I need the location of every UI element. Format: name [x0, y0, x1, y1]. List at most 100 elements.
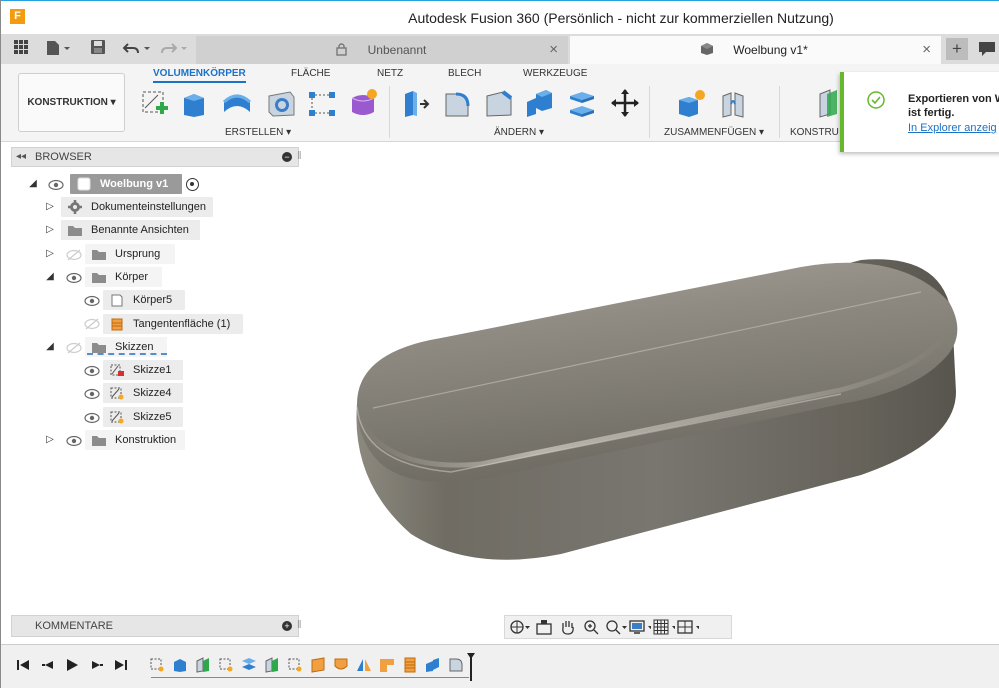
browser-item-skizze1[interactable]: Skizze1 [103, 360, 183, 380]
timeline-plane-icon[interactable] [195, 657, 211, 673]
save-icon[interactable] [91, 40, 105, 57]
shell-icon[interactable] [523, 88, 555, 118]
eye-hidden-icon[interactable] [66, 249, 82, 261]
redo-icon[interactable] [161, 40, 189, 59]
browser-item-ursprung[interactable]: Ursprung [85, 244, 175, 264]
collapse-arrow-icon[interactable]: ◢ [44, 271, 56, 282]
group-aendern[interactable]: ÄNDERN ▾ [494, 127, 544, 138]
timeline-thicken-icon[interactable] [402, 657, 418, 673]
move-icon[interactable] [609, 88, 641, 118]
step-forward-icon[interactable] [90, 658, 104, 675]
browser-item-skizze4[interactable]: Skizze4 [103, 383, 183, 403]
create-sketch-icon[interactable] [139, 88, 171, 118]
new-tab-button[interactable]: + [946, 38, 968, 60]
fillet-icon[interactable] [441, 88, 473, 118]
zoom-icon[interactable] [581, 618, 603, 636]
browser-panel-header[interactable]: ◂◂ BROWSER − [11, 147, 299, 167]
chat-icon[interactable] [979, 42, 997, 59]
undo-icon[interactable] [122, 40, 151, 59]
browser-item-skizze5[interactable]: Skizze5 [103, 407, 183, 427]
viewports-icon[interactable] [677, 618, 699, 636]
browser-item-tangentenflaeche[interactable]: Tangentenfläche (1) [103, 314, 243, 334]
workspace-switcher-button[interactable]: KONSTRUKTION ▾ [18, 73, 125, 132]
step-back-icon[interactable] [41, 658, 55, 675]
skip-to-end-icon[interactable] [114, 658, 128, 675]
timeline-patch-icon[interactable] [333, 657, 349, 673]
timeline-mirror-icon[interactable] [356, 657, 372, 673]
group-erstellen[interactable]: ERSTELLEN ▾ [225, 127, 291, 138]
revolve-icon[interactable] [221, 88, 253, 118]
eye-icon[interactable] [66, 272, 82, 284]
show-in-explorer-link[interactable]: In Explorer anzeig [908, 122, 997, 134]
new-component-icon[interactable] [675, 88, 707, 118]
timeline-combine-icon[interactable] [425, 657, 441, 673]
eye-icon[interactable] [84, 412, 100, 424]
tab-blech[interactable]: BLECH [448, 68, 481, 79]
pan-hand-icon[interactable] [557, 618, 579, 636]
browser-item-konstruktion[interactable]: Konstruktion [85, 430, 185, 450]
tab-flaeche[interactable]: FLÄCHE [291, 68, 330, 79]
collapse-arrow-icon[interactable]: ◢ [27, 178, 39, 189]
create-form-icon[interactable] [347, 88, 379, 118]
expand-arrow-icon[interactable]: ▷ [44, 248, 56, 259]
timeline-extrude-icon[interactable] [172, 657, 188, 673]
grid-settings-icon[interactable] [653, 618, 675, 636]
comments-panel-header[interactable]: KOMMENTARE + [11, 615, 299, 637]
group-zusammenfuegen[interactable]: ZUSAMMENFÜGEN ▾ [664, 127, 764, 138]
browser-item-koerper[interactable]: Körper [85, 267, 162, 287]
expand-arrow-icon[interactable]: ▷ [44, 224, 56, 235]
collapse-panel-icon[interactable]: ◂◂ [16, 151, 26, 162]
tab-werkzeuge[interactable]: WERKZEUGE [523, 68, 587, 79]
browser-item-benannte-ansichten[interactable]: Benannte Ansichten [61, 220, 200, 240]
eye-icon[interactable] [48, 179, 64, 191]
tab-netz[interactable]: NETZ [377, 68, 403, 79]
eye-icon[interactable] [66, 435, 82, 447]
file-menu-icon[interactable] [46, 40, 72, 59]
panel-grip-icon[interactable]: ‖ [297, 619, 302, 631]
timeline-sketch-icon[interactable] [149, 657, 165, 673]
joint-icon[interactable] [717, 88, 749, 118]
close-icon[interactable]: × [922, 41, 931, 58]
model-body-render[interactable] [301, 142, 999, 642]
extrude-icon[interactable] [179, 88, 211, 118]
timeline-sketch-icon[interactable] [287, 657, 303, 673]
add-comment-icon[interactable]: + [282, 621, 292, 631]
close-icon[interactable]: × [549, 41, 558, 58]
timeline-plane-icon[interactable] [264, 657, 280, 673]
minimize-panel-icon[interactable]: − [282, 152, 292, 162]
tab-volumenkoerper[interactable]: VOLUMENKÖRPER [153, 68, 246, 83]
hole-icon[interactable] [265, 88, 297, 118]
tab-woelbung[interactable]: Woelbung v1* × [570, 36, 941, 64]
activate-component-icon[interactable] [186, 178, 199, 191]
expand-arrow-icon[interactable]: ▷ [44, 434, 56, 445]
look-at-icon[interactable] [533, 618, 555, 636]
eye-icon[interactable] [84, 388, 100, 400]
data-panel-grid-icon[interactable] [14, 40, 28, 57]
eye-icon[interactable] [84, 365, 100, 377]
play-icon[interactable] [65, 658, 79, 675]
timeline-fillet-icon[interactable] [448, 657, 464, 673]
orbit-icon[interactable] [509, 618, 531, 636]
expand-arrow-icon[interactable]: ▷ [44, 201, 56, 212]
press-pull-icon[interactable] [400, 88, 432, 118]
eye-hidden-icon[interactable] [66, 342, 82, 354]
collapse-arrow-icon[interactable]: ◢ [44, 341, 56, 352]
eye-icon[interactable] [84, 295, 100, 307]
zoom-window-icon[interactable] [605, 618, 627, 636]
eye-hidden-icon[interactable] [84, 318, 100, 330]
browser-root-item[interactable]: Woelbung v1 [70, 174, 182, 194]
timeline-sketch-icon[interactable] [218, 657, 234, 673]
timeline-surface-icon[interactable] [310, 657, 326, 673]
split-body-icon[interactable] [566, 88, 598, 118]
chamfer-icon[interactable] [482, 88, 514, 118]
browser-item-dokumenteinstellungen[interactable]: Dokumenteinstellungen [61, 197, 213, 217]
display-settings-icon[interactable] [629, 618, 651, 636]
timeline-marker[interactable] [467, 653, 475, 681]
timeline-split-icon[interactable] [241, 657, 257, 673]
pattern-icon[interactable] [306, 88, 338, 118]
group-konstruktion[interactable]: KONSTRU [790, 127, 839, 138]
timeline-trim-icon[interactable] [379, 657, 395, 673]
browser-item-koerper5[interactable]: Körper5 [103, 290, 185, 310]
skip-to-start-icon[interactable] [16, 658, 30, 675]
canvas-viewport[interactable] [301, 142, 999, 642]
